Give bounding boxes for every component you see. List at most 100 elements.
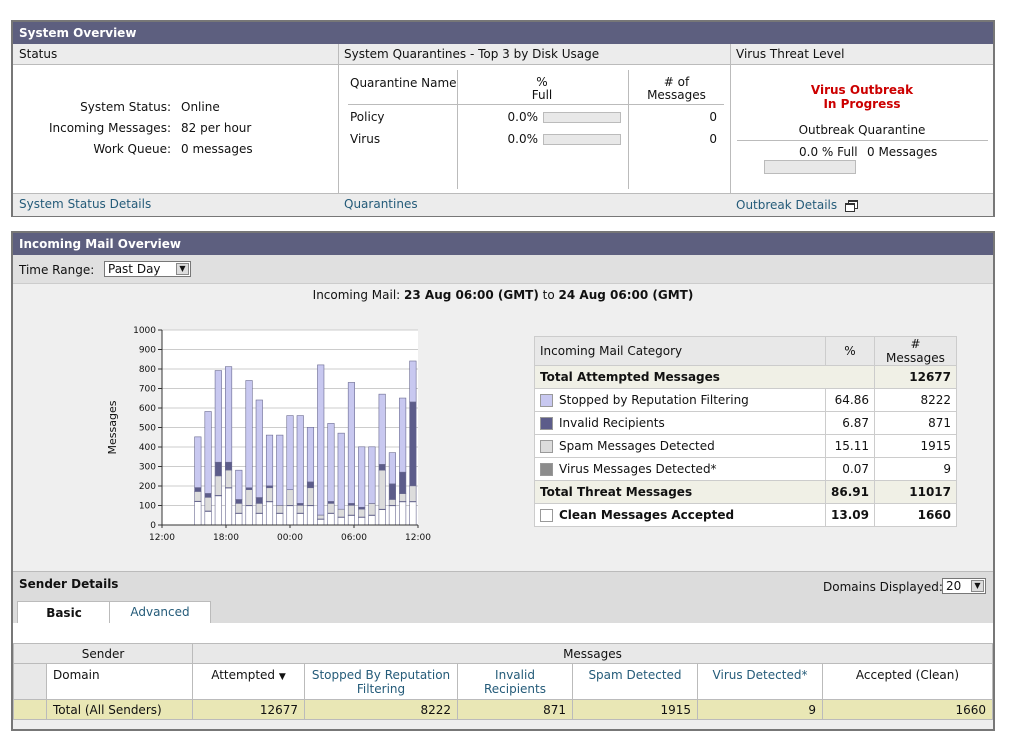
column-virus-detected[interactable]: Virus Detected*: [697, 663, 823, 700]
category-row: Virus Messages Detected* 0.07 9: [534, 457, 958, 481]
mail-category-table: Incoming Mail Category % # Messages Tota…: [534, 336, 958, 527]
status-label: Incoming Messages:: [48, 121, 171, 135]
domains-displayed-select[interactable]: 20 ▼: [942, 578, 986, 594]
bar-segment: [368, 446, 376, 504]
row-count: 11017: [873, 480, 958, 504]
bar-segment: [388, 452, 396, 485]
outbreak-details-link[interactable]: Outbreak Details: [736, 194, 858, 216]
bar-segment: [255, 399, 263, 498]
total-row: Total (All Senders) 12677 8222 871 1915 …: [13, 699, 993, 720]
bar-segment: [194, 487, 202, 492]
bar-segment: [265, 487, 274, 502]
bar-segment: [327, 513, 335, 526]
bar-segment: [245, 505, 253, 526]
time-range-select[interactable]: Past Day ▼: [104, 261, 191, 277]
table-header-row: Incoming Mail Category % # Messages: [534, 336, 958, 366]
legend-swatch: [540, 509, 553, 522]
quarantine-name-header: Quarantine Name: [350, 76, 457, 90]
bar-segment: [204, 493, 212, 498]
bar-segment: [276, 505, 284, 514]
bar-segment: [317, 518, 325, 526]
y-axis-label: Messages: [106, 400, 119, 454]
status-row: Incoming Messages: 82 per hour: [13, 121, 338, 142]
bar-segment: [317, 364, 325, 516]
table-cell: 12677: [192, 699, 305, 720]
bar-segment: [317, 514, 325, 520]
attempted-label: Attempted: [211, 668, 276, 682]
popout-window-icon[interactable]: [844, 200, 858, 212]
bar-segment: [378, 464, 386, 471]
column-invalid-recipients[interactable]: Invalid Recipients: [457, 663, 573, 700]
system-overview-title: System Overview: [13, 22, 993, 44]
legend-swatch: [540, 394, 553, 407]
bar-segment: [194, 491, 202, 502]
bar-segment: [214, 495, 222, 526]
tab-advanced[interactable]: Advanced: [109, 601, 211, 624]
bar-segment: [214, 461, 222, 477]
bar-segment: [296, 505, 304, 514]
status-list: System Status: Online Incoming Messages:…: [13, 100, 338, 163]
bar-segment: [245, 489, 253, 506]
bar-segment: [368, 503, 376, 516]
row-pct: 86.91: [825, 480, 875, 504]
outbreak-details-label: Outbreak Details: [736, 198, 838, 212]
bar-segment: [235, 503, 243, 514]
outbreak-quarantine-label: Outbreak Quarantine: [798, 123, 926, 137]
column-accepted-clean[interactable]: Accepted (Clean): [822, 663, 993, 700]
bar-segment: [347, 505, 355, 516]
column-stopped-by-reputation[interactable]: Stopped By Reputation Filtering: [304, 663, 458, 700]
quarantine-pct: 0.0%: [507, 132, 539, 146]
bar-segment: [255, 513, 263, 526]
bar-segment: [235, 469, 243, 500]
row-pct: 0.07: [825, 457, 875, 481]
divider: [628, 70, 629, 189]
row-pct: 13.09: [825, 503, 875, 527]
status-value: Online: [181, 100, 220, 114]
y-tick-label: 800: [139, 365, 156, 375]
bar-segment: [306, 505, 315, 526]
table-cell: 9: [697, 699, 823, 720]
bar-segment: [378, 393, 386, 465]
system-status-details-link[interactable]: System Status Details: [19, 193, 151, 215]
tab-content-top: [13, 623, 993, 643]
alert-line: Virus Outbreak: [810, 83, 914, 97]
x-tick-label: 06:00: [341, 533, 367, 543]
range-to-word: to: [542, 288, 555, 302]
table-cell: 1660: [822, 699, 993, 720]
y-tick-label: 700: [139, 385, 156, 395]
quarantines-link[interactable]: Quarantines: [344, 193, 418, 215]
quarantine-count: 0: [709, 110, 717, 124]
table-cell: 1915: [572, 699, 698, 720]
bar-segment: [214, 370, 222, 463]
bar-segment: [399, 501, 407, 526]
column-spam-detected[interactable]: Spam Detected: [572, 663, 698, 700]
outbreak-full-text: 0.0 % Full: [799, 145, 858, 159]
domains-displayed-label: Domains Displayed:: [823, 580, 943, 594]
column-domain[interactable]: Domain: [46, 663, 193, 700]
range-to: 24 Aug 06:00 (GMT): [558, 288, 694, 302]
divider: [737, 140, 988, 141]
bar-segment: [255, 497, 263, 504]
row-label: Total Attempted Messages: [534, 365, 875, 389]
row-selector: [13, 699, 47, 720]
x-tick-label: 12:00: [405, 533, 431, 543]
outbreak-messages-text: 0 Messages: [867, 145, 938, 159]
y-tick-label: 600: [139, 404, 156, 414]
bar-segment: [204, 511, 212, 526]
bar-segment: [194, 436, 202, 488]
row-count: 1660: [873, 503, 958, 527]
column-attempted[interactable]: Attempted ▼: [192, 663, 305, 700]
bar-segment: [225, 487, 233, 526]
domains-displayed-value: 20: [946, 579, 962, 593]
table-cell: Total (All Senders): [46, 699, 193, 720]
y-tick-label: 200: [139, 482, 156, 492]
sender-table: Sender Messages Domain Attempted ▼ Stopp…: [13, 643, 993, 720]
incoming-mail-chart: 0 100 200 300 400 500 600 700 800 900 1000 12:00 18:…: [106, 326, 431, 543]
row-pct: 6.87: [825, 411, 875, 435]
bar-segment: [286, 415, 294, 491]
row-pct: 15.11: [825, 434, 875, 458]
y-tick-label: 1000: [133, 326, 156, 336]
bar-segment: [306, 427, 315, 483]
bar-segment: [358, 508, 366, 518]
column-header: # Messages: [873, 336, 958, 366]
